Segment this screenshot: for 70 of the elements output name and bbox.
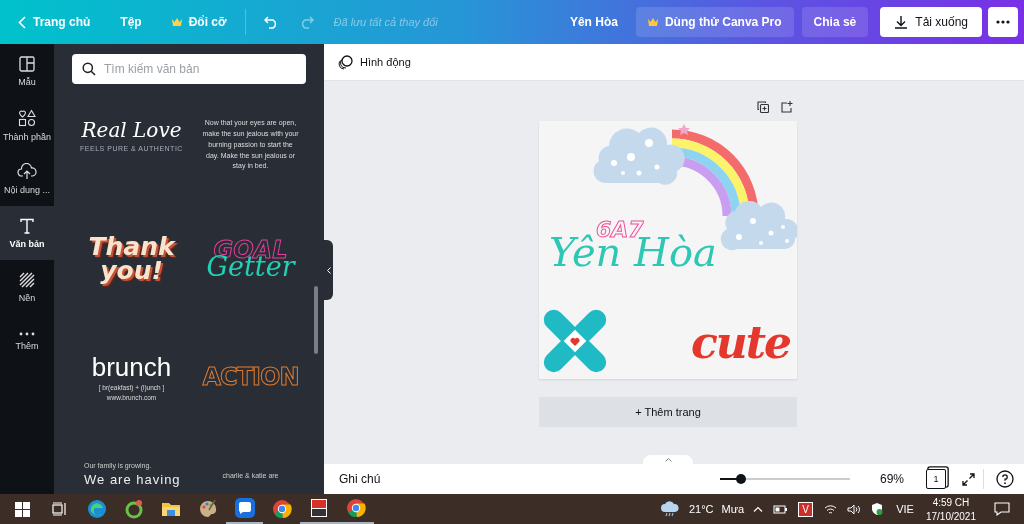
sidebar-item[interactable]: Văn bản — [0, 206, 54, 260]
chevron-left-icon — [18, 15, 26, 29]
save-status: Đã lưu tất cả thay đổi — [333, 16, 438, 28]
windows-logo-icon — [15, 501, 30, 517]
poster-icon — [308, 498, 329, 518]
text-icon — [20, 217, 34, 234]
browser-ball-icon — [345, 498, 366, 518]
animate-button[interactable]: Hình động — [334, 50, 415, 74]
design-title[interactable]: Yên Hòa — [559, 9, 628, 35]
undo-icon — [263, 15, 279, 29]
battery-icon[interactable] — [773, 504, 788, 514]
download-button[interactable]: Tải xuống — [880, 7, 982, 37]
input-language[interactable]: VIE — [896, 503, 914, 515]
duplicate-page-icon[interactable] — [757, 101, 769, 113]
task-view-icon — [52, 502, 67, 516]
text-template[interactable]: ACTION — [202, 363, 299, 391]
minus-icon — [719, 478, 731, 480]
more-button[interactable] — [988, 7, 1018, 37]
text-template[interactable]: brunch — [91, 352, 172, 382]
text-template[interactable]: Thank you! — [88, 235, 175, 283]
wifi-icon[interactable] — [824, 503, 838, 515]
sidebar-item[interactable]: Nền — [0, 260, 54, 314]
clock-time: 4:59 CH — [932, 495, 970, 509]
tray-app-icon[interactable]: V — [798, 501, 814, 517]
folder-icon — [160, 500, 181, 518]
weather-condition: Mưa — [721, 503, 745, 515]
pro-trial-button[interactable]: Dùng thử Canva Pro — [635, 7, 794, 37]
add-page-icon[interactable] — [781, 101, 793, 113]
shield-icon[interactable] — [871, 502, 884, 516]
browser-ball-icon — [271, 499, 292, 519]
volume-icon[interactable] — [847, 503, 862, 515]
clock-date: 17/10/2021 — [925, 509, 976, 523]
share-button[interactable]: Chia sẻ — [801, 7, 869, 37]
text-template[interactable]: We are having — [84, 472, 181, 487]
sidebar-item[interactable]: Nội dung ... — [0, 152, 54, 206]
collapse-panel-handle[interactable] — [324, 240, 333, 300]
layout-icon — [19, 55, 35, 72]
sidebar-item[interactable]: Thêm — [0, 314, 54, 368]
sidebar-item[interactable]: Thành phần — [0, 98, 54, 152]
more-icon — [19, 331, 35, 336]
text-template[interactable]: Real Love — [81, 118, 182, 142]
chevron-left-icon — [326, 266, 331, 274]
crown-icon — [647, 18, 658, 26]
more-icon — [996, 20, 1010, 24]
chat-bubble-icon — [234, 498, 255, 518]
chevron-up-icon[interactable] — [753, 506, 764, 512]
slider-thumb[interactable] — [735, 474, 746, 484]
search-field[interactable]: Tìm kiếm văn bản — [72, 54, 306, 84]
design-text: cute — [691, 317, 791, 368]
fullscreen-icon[interactable] — [962, 472, 975, 486]
notes-button[interactable]: Ghi chú — [339, 472, 381, 486]
shapes-icon — [18, 108, 36, 127]
palette-icon — [197, 499, 218, 519]
caret-up-icon — [664, 457, 672, 462]
weather-temperature: 21°C — [688, 503, 714, 515]
rain-cloud-icon — [659, 501, 680, 517]
sidebar-item[interactable]: Mẫu — [0, 44, 54, 98]
ring-icon — [123, 499, 144, 519]
add-page-button[interactable]: + Thêm trang — [539, 397, 797, 427]
cloud-upload-icon — [17, 163, 37, 180]
page-count-button[interactable]: 1 — [926, 469, 946, 489]
zoom-reading: 69% — [879, 472, 904, 486]
notification-icon[interactable] — [994, 502, 1010, 516]
crown-icon — [171, 18, 182, 26]
search-icon — [82, 62, 96, 76]
download-icon — [894, 15, 909, 29]
swirl-icon — [86, 499, 107, 519]
animate-icon — [338, 54, 354, 70]
scrollbar-thumb[interactable] — [314, 286, 318, 354]
help-icon[interactable] — [996, 470, 1014, 488]
